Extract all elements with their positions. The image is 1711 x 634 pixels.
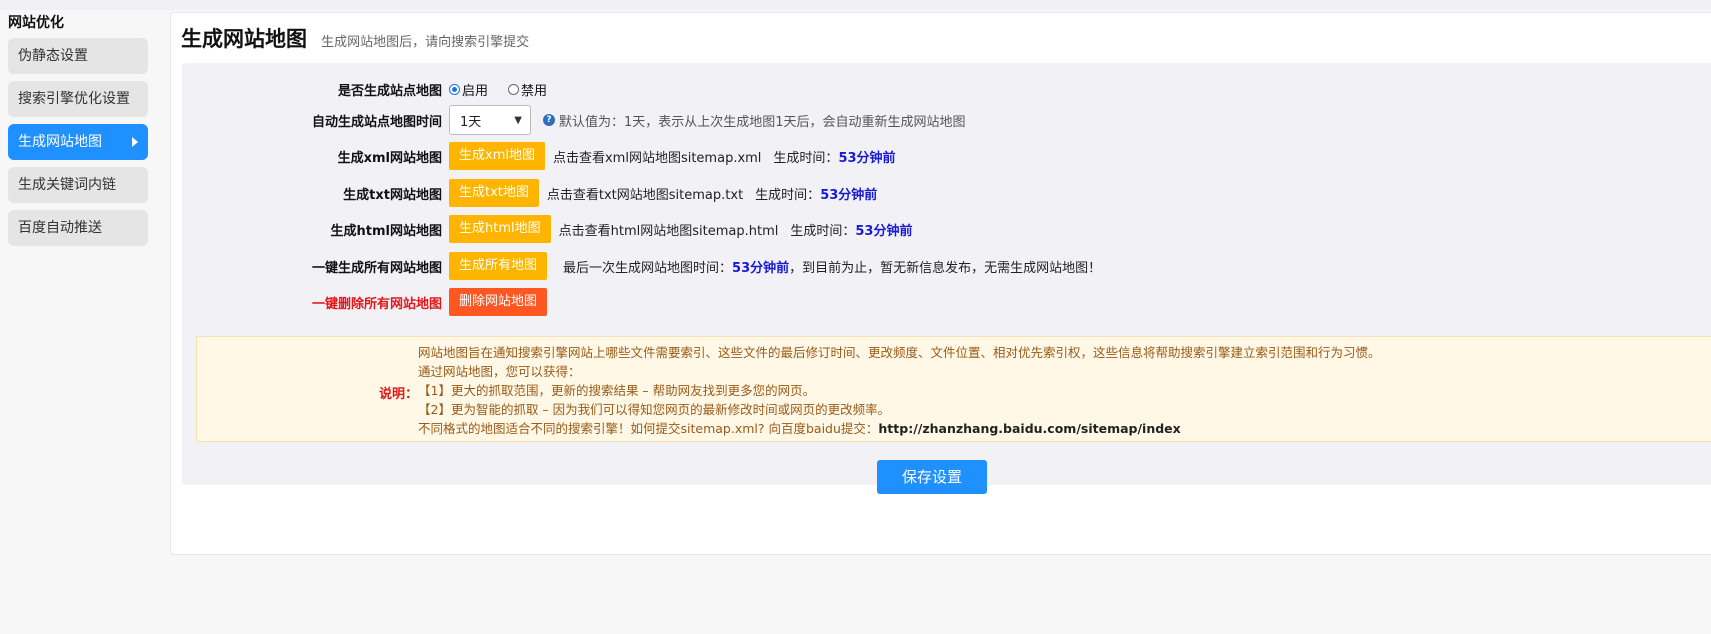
txt-time-label: 生成时间：: [755, 187, 821, 203]
generate-txt-button[interactable]: 生成txt地图: [449, 179, 539, 207]
sidebar-item-label: 生成网站地图: [18, 134, 102, 150]
xml-label: 生成xml网站地图: [337, 150, 442, 166]
auto-time-hint: 默认值为：1天，表示从上次生成地图1天后，会自动重新生成网站地图: [559, 114, 966, 130]
html-time-label: 生成时间：: [790, 223, 856, 239]
baidu-submit-link[interactable]: http://zhanzhang.baidu.com/sitemap/index: [878, 421, 1180, 436]
sidebar-item-label: 搜索引擎优化设置: [18, 91, 130, 107]
info-note: 说明： 网站地图旨在通知搜索引擎网站上哪些文件需要索引、这些文件的最后修订时间、…: [196, 336, 1711, 442]
all-label: 一键生成所有网站地图: [311, 260, 442, 276]
xml-time-label: 生成时间：: [773, 150, 839, 166]
chevron-right-icon: [132, 137, 138, 147]
note-last-prefix: 不同格式的地图适合不同的搜索引擎！如何提交sitemap.xml? 向百度bai…: [418, 421, 879, 436]
enable-row: 是否生成站点地图 启用 禁用: [182, 74, 567, 104]
sidebar-item-label: 生成关键词内链: [18, 177, 116, 193]
generate-xml-button[interactable]: 生成xml地图: [449, 142, 545, 170]
all-status-suffix: ，到目前为止，暂无新信息发布，无需生成网站地图！: [789, 260, 1102, 276]
note-line: 【2】更为智能的抓取 – 因为我们可以得知您网页的最新修改时间或网页的更改频率。: [418, 402, 891, 417]
page-subtitle: 生成网站地图后，请向搜索引擎提交: [321, 35, 530, 50]
save-settings-button[interactable]: 保存设置: [877, 460, 987, 494]
chevron-down-icon: ▼: [514, 115, 522, 126]
txt-label: 生成txt网站地图: [343, 187, 442, 203]
delete-sitemap-button[interactable]: 删除网站地图: [449, 288, 548, 316]
sidebar-item-label: 伪静态设置: [18, 48, 88, 64]
help-icon: ?: [543, 114, 555, 126]
main-panel: 生成网站地图 生成网站地图后，请向搜索引擎提交 是否生成站点地图 启用 禁用 自…: [170, 12, 1711, 555]
html-label: 生成html网站地图: [330, 223, 442, 239]
html-time-value: 53分钟前: [855, 223, 913, 239]
delete-label: 一键删除所有网站地图: [311, 296, 442, 312]
note-line: 网站地图旨在通知搜索引擎网站上哪些文件需要索引、这些文件的最后修订时间、更改频度…: [418, 345, 1381, 360]
sidebar-title: 网站优化: [8, 15, 64, 31]
settings-form: 是否生成站点地图 启用 禁用 自动生成站点地图时间 1天 ▼ ? 默认值为：1天…: [182, 63, 1711, 485]
sidebar-item-keyword-links[interactable]: 生成关键词内链: [8, 167, 148, 203]
generate-html-button[interactable]: 生成html地图: [449, 215, 551, 243]
view-xml-link[interactable]: 点击查看xml网站地图sitemap.xml: [553, 147, 761, 166]
html-row: 生成html网站地图 生成html地图 点击查看html网站地图sitemap.…: [182, 214, 912, 244]
sidebar-item-baidu-push[interactable]: 百度自动推送: [8, 210, 148, 246]
note-label: 说明：: [379, 387, 419, 402]
note-lines: 网站地图旨在通知搜索引擎网站上哪些文件需要索引、这些文件的最后修订时间、更改频度…: [418, 343, 1381, 438]
auto-time-label: 自动生成站点地图时间: [311, 114, 442, 130]
top-strip: [0, 0, 1711, 10]
sidebar-item-sitemap[interactable]: 生成网站地图: [8, 124, 148, 160]
sidebar-item-seo[interactable]: 搜索引擎优化设置: [8, 81, 148, 117]
view-txt-link[interactable]: 点击查看txt网站地图sitemap.txt: [547, 184, 743, 203]
txt-time-value: 53分钟前: [820, 187, 878, 203]
page-header: 生成网站地图 生成网站地图后，请向搜索引擎提交: [181, 23, 529, 53]
all-status-prefix: 最后一次生成网站地图时间：: [563, 260, 733, 276]
auto-time-select-value: 1天: [460, 114, 482, 130]
enable-label: 是否生成站点地图: [337, 83, 442, 99]
enable-off-label[interactable]: 禁用: [521, 80, 547, 99]
all-row: 一键生成所有网站地图 生成所有地图 最后一次生成网站地图时间： 53分钟前 ，到…: [182, 251, 1101, 281]
delete-row: 一键删除所有网站地图 删除网站地图: [182, 287, 548, 317]
xml-time-value: 53分钟前: [838, 150, 896, 166]
txt-row: 生成txt网站地图 生成txt地图 点击查看txt网站地图sitemap.txt…: [182, 178, 877, 208]
sidebar-item-rewrite[interactable]: 伪静态设置: [8, 38, 148, 74]
page-title: 生成网站地图: [181, 27, 307, 51]
enable-on-label[interactable]: 启用: [462, 80, 488, 99]
xml-row: 生成xml网站地图 生成xml地图 点击查看xml网站地图sitemap.xml…: [182, 141, 896, 171]
sidebar: 网站优化 伪静态设置 搜索引擎优化设置 生成网站地图 生成关键词内链 百度自动推…: [8, 12, 148, 253]
all-time-value: 53分钟前: [732, 260, 790, 276]
auto-time-row: 自动生成站点地图时间 1天 ▼ ? 默认值为：1天，表示从上次生成地图1天后，会…: [182, 104, 966, 136]
note-line: 【1】更大的抓取范围，更新的搜索结果 – 帮助网友找到更多您的网页。: [418, 383, 816, 398]
generate-all-button[interactable]: 生成所有地图: [449, 252, 548, 280]
view-html-link[interactable]: 点击查看html网站地图sitemap.html: [559, 220, 779, 239]
enable-on-radio[interactable]: [449, 83, 460, 95]
sidebar-item-label: 百度自动推送: [18, 220, 102, 236]
note-line: 不同格式的地图适合不同的搜索引擎！如何提交sitemap.xml? 向百度bai…: [418, 419, 1381, 438]
auto-time-select[interactable]: 1天 ▼: [449, 105, 531, 135]
enable-off-radio[interactable]: [508, 83, 520, 95]
note-line: 通过网站地图，您可以获得：: [418, 364, 581, 379]
